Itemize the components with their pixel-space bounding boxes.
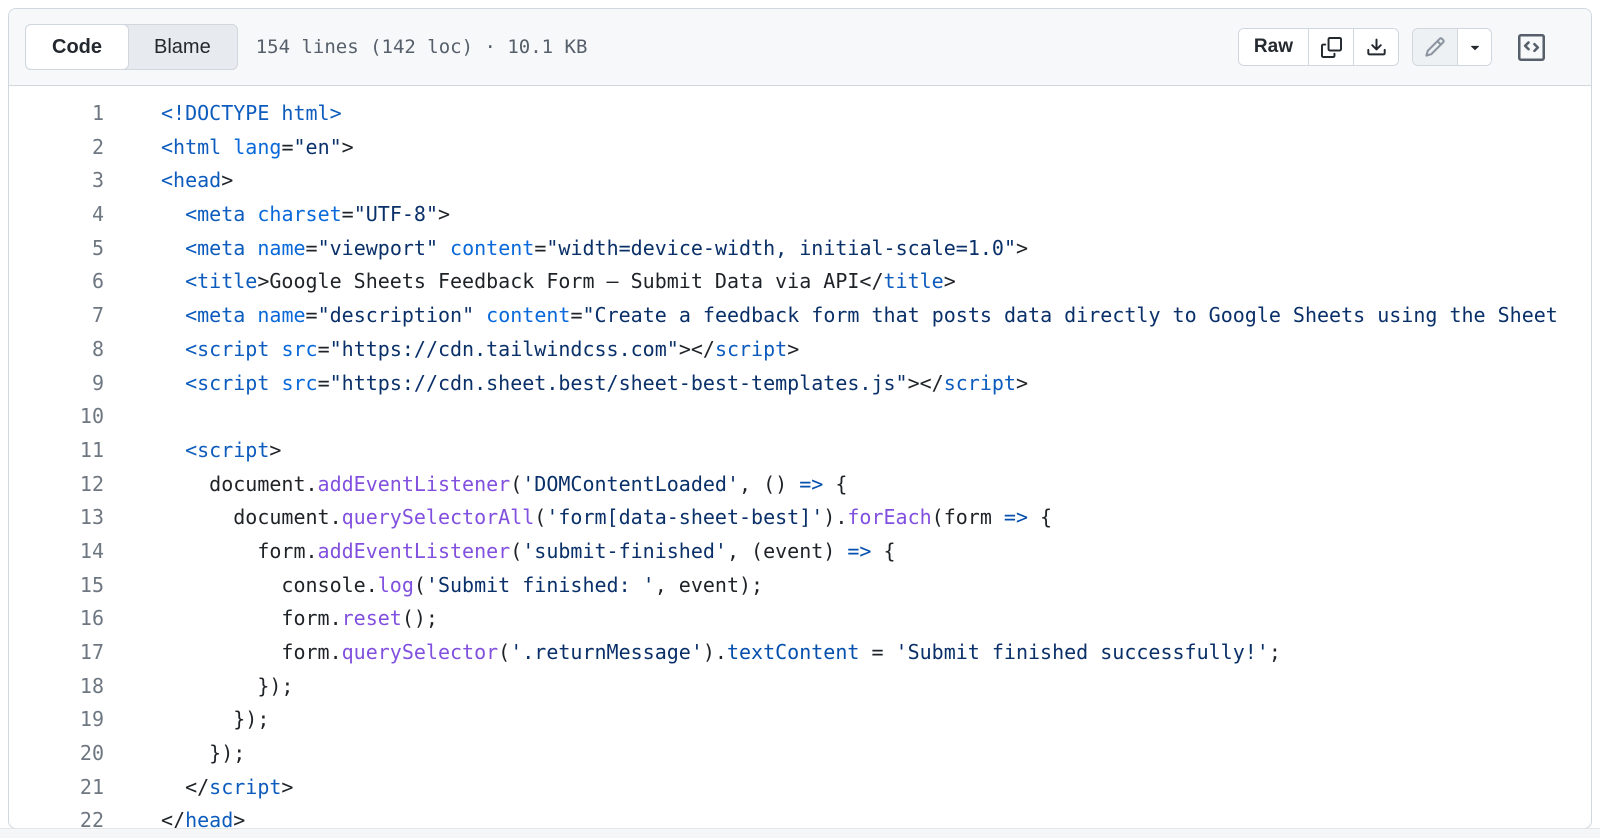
code-line-text: form.addEventListener('submit-finished',…	[161, 535, 896, 569]
tab-blame[interactable]: Blame	[128, 25, 237, 69]
code-line-text: document.querySelectorAll('form[data-she…	[161, 501, 1052, 535]
code-line-text: <title>Google Sheets Feedback Form – Sub…	[161, 265, 956, 299]
code-line-text: <script src="https://cdn.tailwindcss.com…	[161, 333, 799, 367]
code-line: 5 <meta name="viewport" content="width=d…	[9, 232, 1591, 266]
line-number[interactable]: 2	[9, 131, 104, 165]
code-line-text: });	[161, 703, 269, 737]
code-line-text: });	[161, 670, 293, 704]
code-line: 10	[9, 400, 1591, 434]
download-button[interactable]	[1353, 29, 1398, 65]
code-line: 21 </script>	[9, 771, 1591, 805]
edit-dropdown-button[interactable]	[1457, 29, 1491, 65]
file-stats: 154 lines (142 loc) · 10.1 KB	[256, 36, 588, 58]
line-number[interactable]: 17	[9, 636, 104, 670]
raw-button[interactable]: Raw	[1239, 29, 1308, 65]
header-actions: Raw	[1238, 28, 1567, 66]
code-content: 1 <!DOCTYPE html> 2 <html lang="en"> 3 <head>…	[9, 87, 1591, 828]
code-line: 2 <html lang="en">	[9, 131, 1591, 165]
line-number[interactable]: 3	[9, 164, 104, 198]
line-number[interactable]: 19	[9, 703, 104, 737]
code-line-text: <script src="https://cdn.sheet.best/shee…	[161, 367, 1028, 401]
code-line: 13 document.querySelectorAll('form[data-…	[9, 501, 1591, 535]
code-line: 7 <meta name="description" content="Crea…	[9, 299, 1591, 333]
copy-button[interactable]	[1308, 29, 1353, 65]
tab-code[interactable]: Code	[25, 24, 129, 70]
line-number[interactable]: 14	[9, 535, 104, 569]
code-line: 22 </head>	[9, 804, 1591, 828]
bottom-strip	[0, 828, 1600, 838]
pencil-icon	[1424, 36, 1446, 58]
code-line: 14 form.addEventListener('submit-finishe…	[9, 535, 1591, 569]
code-line-text: form.reset();	[161, 602, 438, 636]
code-line-text: </script>	[161, 771, 293, 805]
code-line: 19 });	[9, 703, 1591, 737]
code-line-text: console.log('Submit finished: ', event);	[161, 569, 763, 603]
line-number[interactable]: 15	[9, 569, 104, 603]
code-line: 8 <script src="https://cdn.tailwindcss.c…	[9, 333, 1591, 367]
file-view-box: Code Blame 154 lines (142 loc) · 10.1 KB…	[8, 8, 1592, 829]
line-number[interactable]: 7	[9, 299, 104, 333]
code-line: 3 <head>	[9, 164, 1591, 198]
code-line: 1 <!DOCTYPE html>	[9, 97, 1591, 131]
code-line: 12 document.addEventListener('DOMContent…	[9, 468, 1591, 502]
line-number[interactable]: 12	[9, 468, 104, 502]
code-line-text: document.addEventListener('DOMContentLoa…	[161, 468, 847, 502]
code-line-text: <script>	[161, 434, 281, 468]
line-number[interactable]: 20	[9, 737, 104, 771]
line-number[interactable]: 21	[9, 771, 104, 805]
code-line-text: });	[161, 737, 245, 771]
code-line-text: <meta charset="UTF-8">	[161, 198, 450, 232]
file-header-toolbar: Code Blame 154 lines (142 loc) · 10.1 KB…	[9, 9, 1591, 86]
line-number[interactable]: 8	[9, 333, 104, 367]
code-blame-switcher: Code Blame	[25, 24, 238, 70]
edit-button-group	[1412, 28, 1492, 66]
code-line-text: <meta name="viewport" content="width=dev…	[161, 232, 1028, 266]
line-number[interactable]: 22	[9, 804, 104, 828]
edit-button[interactable]	[1413, 29, 1457, 65]
code-lines: 1 <!DOCTYPE html> 2 <html lang="en"> 3 <head>…	[9, 97, 1591, 828]
code-line: 16 form.reset();	[9, 602, 1591, 636]
symbols-panel-button[interactable]	[1513, 28, 1549, 66]
code-line-text: <html lang="en">	[161, 131, 354, 165]
code-line: 11 <script>	[9, 434, 1591, 468]
line-number[interactable]: 10	[9, 400, 104, 434]
triangle-down-icon	[1466, 38, 1484, 56]
code-line: 4 <meta charset="UTF-8">	[9, 198, 1591, 232]
code-line-text: <meta name="description" content="Create…	[161, 299, 1558, 333]
code-square-icon	[1518, 34, 1545, 61]
copy-icon	[1321, 37, 1342, 58]
line-number[interactable]: 6	[9, 265, 104, 299]
code-line: 9 <script src="https://cdn.sheet.best/sh…	[9, 367, 1591, 401]
line-number[interactable]: 1	[9, 97, 104, 131]
line-number[interactable]: 9	[9, 367, 104, 401]
download-icon	[1366, 37, 1387, 58]
code-line: 20 });	[9, 737, 1591, 771]
line-number[interactable]: 18	[9, 670, 104, 704]
code-line-text: </head>	[161, 804, 245, 828]
line-number[interactable]: 11	[9, 434, 104, 468]
code-line: 6 <title>Google Sheets Feedback Form – S…	[9, 265, 1591, 299]
code-line-text: <!DOCTYPE html>	[161, 97, 342, 131]
code-line-text: form.querySelector('.returnMessage').tex…	[161, 636, 1281, 670]
code-line-text: <head>	[161, 164, 233, 198]
code-line: 18 });	[9, 670, 1591, 704]
raw-copy-download-group: Raw	[1238, 28, 1399, 66]
code-line: 15 console.log('Submit finished: ', even…	[9, 569, 1591, 603]
code-line: 17 form.querySelector('.returnMessage').…	[9, 636, 1591, 670]
line-number[interactable]: 4	[9, 198, 104, 232]
line-number[interactable]: 5	[9, 232, 104, 266]
line-number[interactable]: 13	[9, 501, 104, 535]
line-number[interactable]: 16	[9, 602, 104, 636]
